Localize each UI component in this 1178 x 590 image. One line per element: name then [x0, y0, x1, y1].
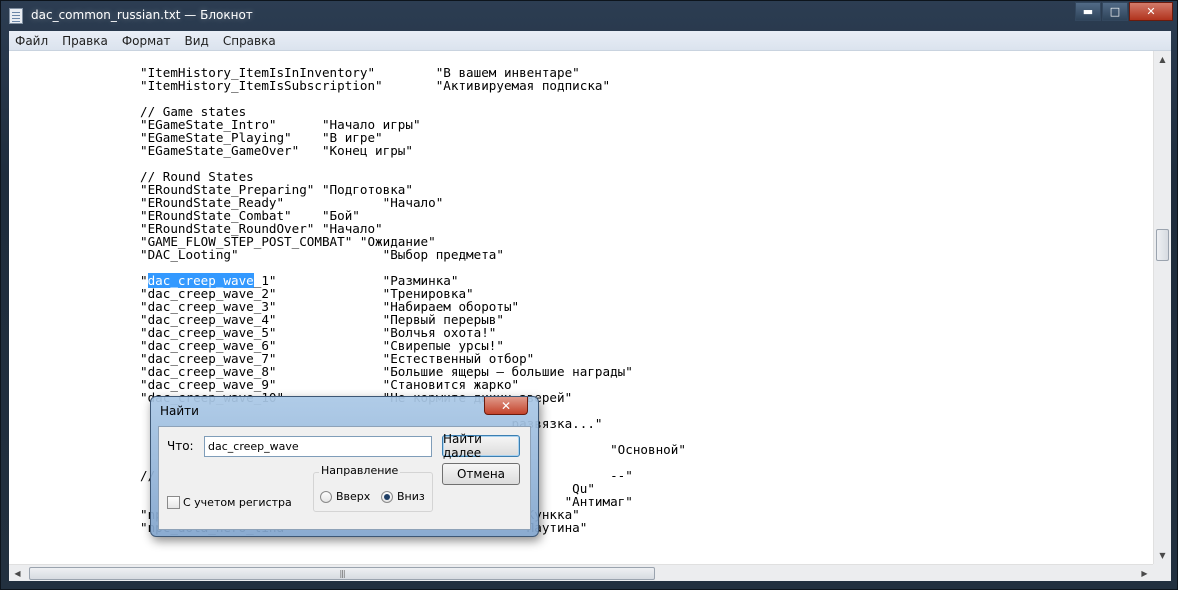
horizontal-scrollbar[interactable]: ◀ ||| ▶: [9, 564, 1153, 581]
menu-bar: Файл Правка Формат Вид Справка: [9, 31, 1171, 51]
maximize-button[interactable]: □: [1102, 2, 1128, 21]
find-input[interactable]: [204, 436, 432, 457]
menu-edit[interactable]: Правка: [62, 34, 115, 48]
vertical-scroll-thumb[interactable]: [1156, 229, 1169, 261]
direction-up-label[interactable]: Вверх: [336, 490, 370, 503]
scroll-up-icon[interactable]: ▲: [1154, 51, 1171, 68]
scroll-corner: [1153, 564, 1171, 581]
direction-down-label[interactable]: Вниз: [397, 490, 425, 503]
menu-file[interactable]: Файл: [15, 34, 55, 48]
find-dialog: Найти ✕ Что: Найти далее Отмена Направле…: [150, 396, 539, 537]
scroll-left-icon[interactable]: ◀: [9, 565, 26, 582]
direction-up-radio[interactable]: [320, 491, 332, 503]
match-case-checkbox[interactable]: [167, 496, 180, 509]
match-case-label[interactable]: С учетом регистра: [183, 496, 292, 509]
notepad-window: dac_common_russian.txt — Блокнот ▬ □ ✕ Ф…: [0, 0, 1178, 590]
horizontal-scroll-thumb[interactable]: |||: [29, 567, 655, 580]
cancel-button[interactable]: Отмена: [442, 463, 520, 485]
find-label: Что:: [167, 439, 194, 453]
menu-view[interactable]: Вид: [185, 34, 216, 48]
find-dialog-close-button[interactable]: ✕: [484, 397, 528, 415]
find-dialog-body: Что: Найти далее Отмена Направление Ввер…: [158, 426, 531, 530]
window-title: dac_common_russian.txt — Блокнот: [31, 8, 253, 22]
text-line: "DAC_Looting" "Выбор предмета": [140, 247, 504, 262]
vertical-scrollbar[interactable]: ▲ ▼: [1153, 51, 1171, 564]
close-button[interactable]: ✕: [1129, 2, 1173, 21]
scroll-down-icon[interactable]: ▼: [1154, 547, 1171, 564]
minimize-button[interactable]: ▬: [1075, 2, 1101, 21]
text-line: "ItemHistory_ItemIsSubscription" "Активи…: [140, 78, 611, 93]
notepad-icon: [9, 8, 23, 24]
menu-format[interactable]: Формат: [122, 34, 178, 48]
text-line: "EGameState_GameOver" "Конец игры": [140, 143, 413, 158]
menu-help[interactable]: Справка: [223, 34, 283, 48]
scroll-right-icon[interactable]: ▶: [1136, 565, 1153, 582]
find-dialog-title: Найти: [160, 404, 199, 418]
direction-down-radio[interactable]: [381, 491, 393, 503]
find-next-button[interactable]: Найти далее: [442, 432, 520, 460]
title-bar[interactable]: dac_common_russian.txt — Блокнот ▬ □ ✕: [1, 1, 1178, 31]
direction-label: Направление: [319, 464, 401, 477]
